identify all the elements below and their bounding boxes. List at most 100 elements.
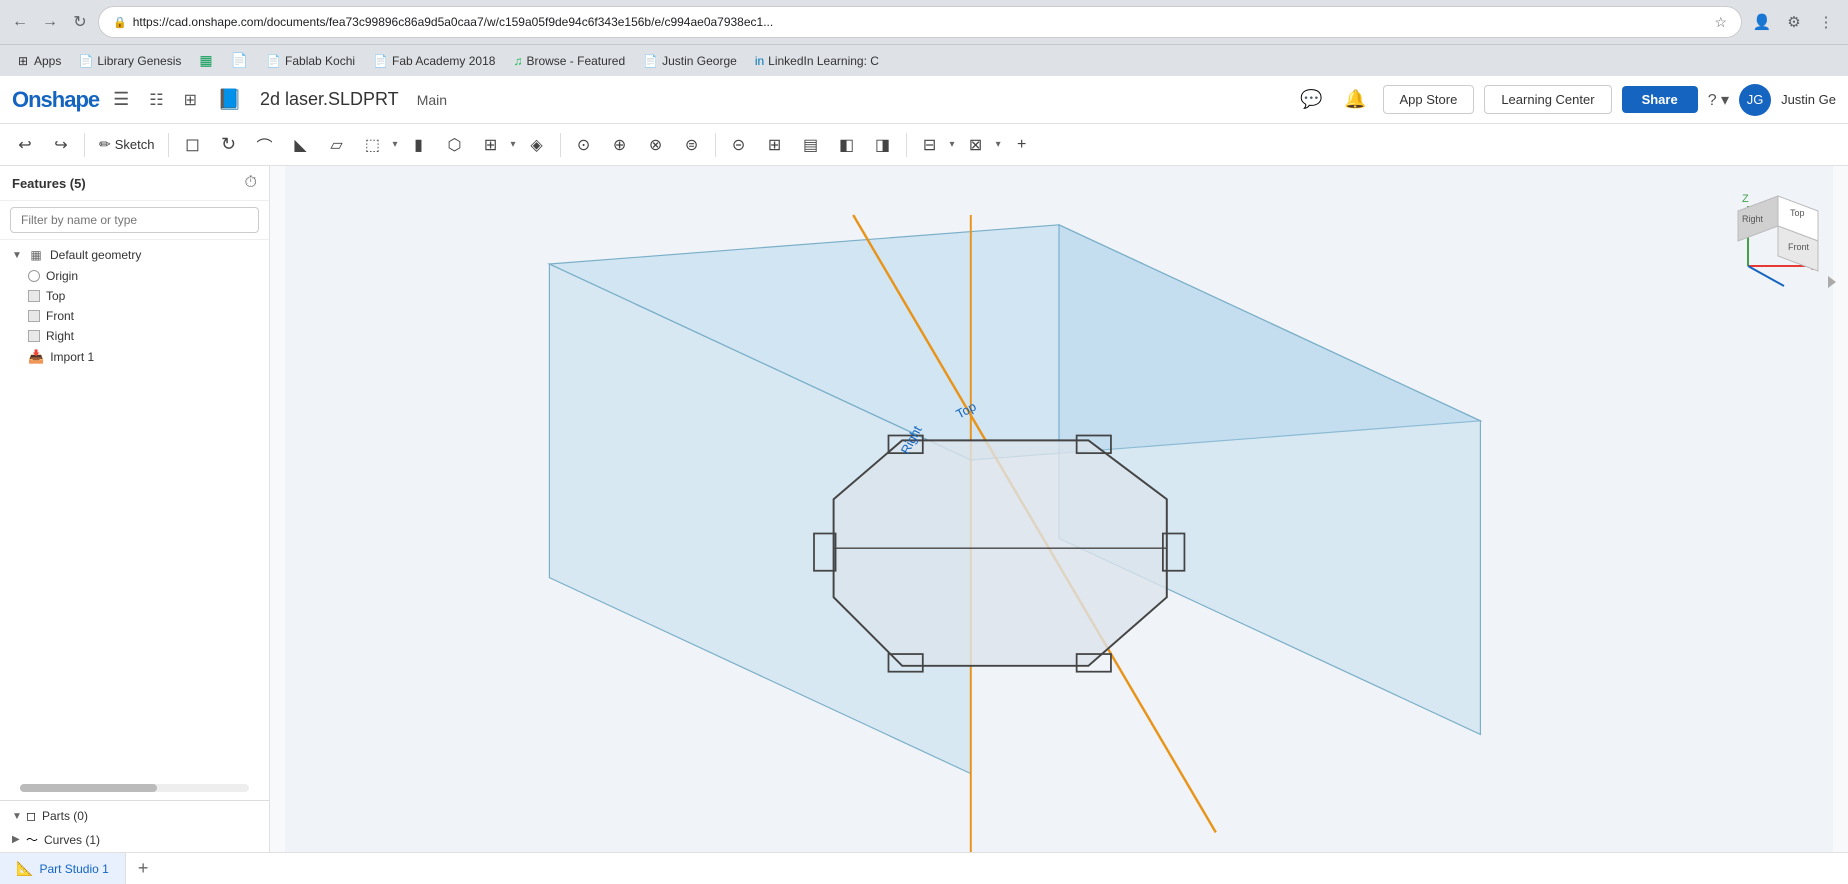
toolbar-tool-12[interactable]: ⊕ [603,128,637,162]
extensions-icon[interactable]: ⚙ [1780,8,1808,36]
toolbar-tool-21[interactable]: ⊠ [959,128,993,162]
main-tag: Main [417,92,447,108]
toolbar-tool-9[interactable]: ⊞ [474,128,508,162]
panel-scrollbar[interactable] [20,784,249,792]
view-cube[interactable]: X Z Top Front Right [1728,186,1828,286]
toolbar-separator-5 [906,133,907,157]
learning-center-button[interactable]: Learning Center [1484,85,1611,114]
toolbar-tool-17[interactable]: ▤ [794,128,828,162]
bookmark-fablab-label: Fablab Kochi [285,54,355,68]
toolbar-tool-18[interactable]: ◧ [830,128,864,162]
tab-part-studio-1[interactable]: 📐 Part Studio 1 [0,853,126,884]
canvas-area[interactable]: Top Right X Z Top [270,166,1848,852]
toolbar-dropdown-arrow-2[interactable]: ▾ [509,137,518,152]
toolbar-separator-1 [84,133,85,157]
toolbar-tool-22[interactable]: + [1005,128,1039,162]
redo-button[interactable]: ↪ [44,128,78,162]
tab-add-button[interactable]: + [126,853,161,884]
feature-tree: ▼ ▦ Default geometry Origin Top Fron [0,240,269,780]
bookmark-spotify[interactable]: ♫ Browse - Featured [505,51,633,71]
bookmark-library-genesis[interactable]: 📄 Library Genesis [71,51,189,71]
toolbar-tool-5[interactable]: ▱ [319,128,353,162]
toolbar-tool-6[interactable]: ⬚ [355,128,389,162]
toolbar-tool-20[interactable]: ⊟ [913,128,947,162]
bookmark-fablab[interactable]: 📄 Fablab Kochi [258,51,363,71]
tab-part-studio-icon: 📐 [16,860,33,877]
default-geometry-icon: ▦ [28,247,44,263]
user-avatar[interactable]: JG [1739,84,1771,116]
toolbar-tool-10[interactable]: ◈ [520,128,554,162]
justin-icon: 📄 [643,54,658,68]
features-title: Features (5) [12,176,86,191]
toolbar-tool-4[interactable]: ◣ [283,128,317,162]
toolbar-tool-1[interactable]: ◻ [175,128,209,162]
apps-icon: ⊞ [16,54,30,68]
chat-button[interactable]: 💬 [1295,83,1329,117]
share-button[interactable]: Share [1622,86,1698,113]
bookmark-fab-academy[interactable]: 📄 Fab Academy 2018 [365,51,503,71]
toolbar-dropdown-arrow-3[interactable]: ▾ [948,137,957,152]
browser-nav-bar: ← → ↻ 🔒 https://cad.onshape.com/document… [0,0,1848,44]
tree-item-front[interactable]: Front [0,306,269,326]
notifications-button[interactable]: 🔔 [1339,83,1373,117]
toolbar-tool-7[interactable]: ▮ [402,128,436,162]
features-timer-button[interactable]: ⏱ [245,174,257,192]
toolbar-separator-3 [560,133,561,157]
app-header: Onshape ☰ ☷ ⊞ 📘 2d laser.SLDPRT Main 💬 🔔… [0,76,1848,124]
toolbar-dropdown-arrow-4[interactable]: ▾ [994,137,1003,152]
toolbar-dropdown-arrow-1[interactable]: ▾ [390,137,399,152]
toolbar-tool-8[interactable]: ⬡ [438,128,472,162]
undo-button[interactable]: ↩ [8,128,42,162]
profile-icon[interactable]: 👤 [1748,8,1776,36]
toolbar-tool-15[interactable]: ⊝ [722,128,756,162]
fablab-icon: 📄 [266,54,281,68]
toolbar-tool-19[interactable]: ◨ [866,128,900,162]
bookmark-linkedin[interactable]: in LinkedIn Learning: C [747,51,887,71]
toolbar-tool-16[interactable]: ⊞ [758,128,792,162]
panel-divider [0,800,269,801]
curves-toggle-icon: ▶ [12,834,26,845]
address-bar[interactable]: 🔒 https://cad.onshape.com/documents/fea7… [98,6,1742,38]
bookmark-gdoc[interactable]: 📄 [223,49,256,72]
chrome-menu-icon[interactable]: ⋮ [1812,8,1840,36]
tree-item-origin[interactable]: Origin [0,266,269,286]
bookmark-justin[interactable]: 📄 Justin George [635,51,745,71]
toolbar-tool-14[interactable]: ⊜ [675,128,709,162]
header-icon-btn-2[interactable]: ⊞ [178,86,203,114]
tree-item-default-geometry[interactable]: ▼ ▦ Default geometry [0,244,269,266]
help-button[interactable]: ? ▾ [1708,90,1729,110]
tree-item-import1[interactable]: 📥 Import 1 [0,346,269,368]
toolbar-tool-2[interactable]: ↻ [211,128,245,162]
toolbar-tool-11[interactable]: ⊙ [567,128,601,162]
forward-button[interactable]: → [38,10,62,34]
hamburger-menu-button[interactable]: ☰ [109,85,133,114]
tree-item-curves[interactable]: ▶ 〜 Curves (1) [0,827,269,852]
header-icon-btn-1[interactable]: ☷ [143,86,169,114]
gdoc-icon: 📄 [231,52,248,69]
refresh-button[interactable]: ↻ [68,10,92,34]
tree-item-parts[interactable]: ▼ ◻ Parts (0) [0,805,269,827]
tree-item-top[interactable]: Top [0,286,269,306]
curves-label: Curves (1) [44,833,100,847]
default-geometry-label: Default geometry [50,248,141,262]
doc-badge-icon: 📘 [217,87,242,112]
app-store-button[interactable]: App Store [1383,85,1475,114]
bookmark-apps-label: Apps [34,54,61,68]
bookmark-gsheets[interactable]: ▦ [191,49,220,72]
parts-toggle-icon: ▼ [12,811,26,822]
toolbar-tool-3[interactable]: ⌒ [247,128,281,162]
back-button[interactable]: ← [8,10,32,34]
header-icon-group: ☷ ⊞ [143,86,203,114]
main-content-area: Features (5) ⏱ ▼ ▦ Default geometry Orig… [0,166,1848,852]
bookmark-spotify-label: Browse - Featured [526,54,625,68]
feature-search-input[interactable] [10,207,259,233]
bookmark-apps[interactable]: ⊞ Apps [8,51,69,71]
toolbar-tool-13[interactable]: ⊗ [639,128,673,162]
import1-label: Import 1 [50,350,94,364]
star-icon[interactable]: ☆ [1714,14,1727,31]
onshape-logo[interactable]: Onshape [12,87,99,113]
user-name: Justin Ge [1781,92,1836,107]
tree-item-right[interactable]: Right [0,326,269,346]
sketch-button[interactable]: ✏ Sketch [91,128,162,162]
spotify-icon: ♫ [513,54,522,68]
